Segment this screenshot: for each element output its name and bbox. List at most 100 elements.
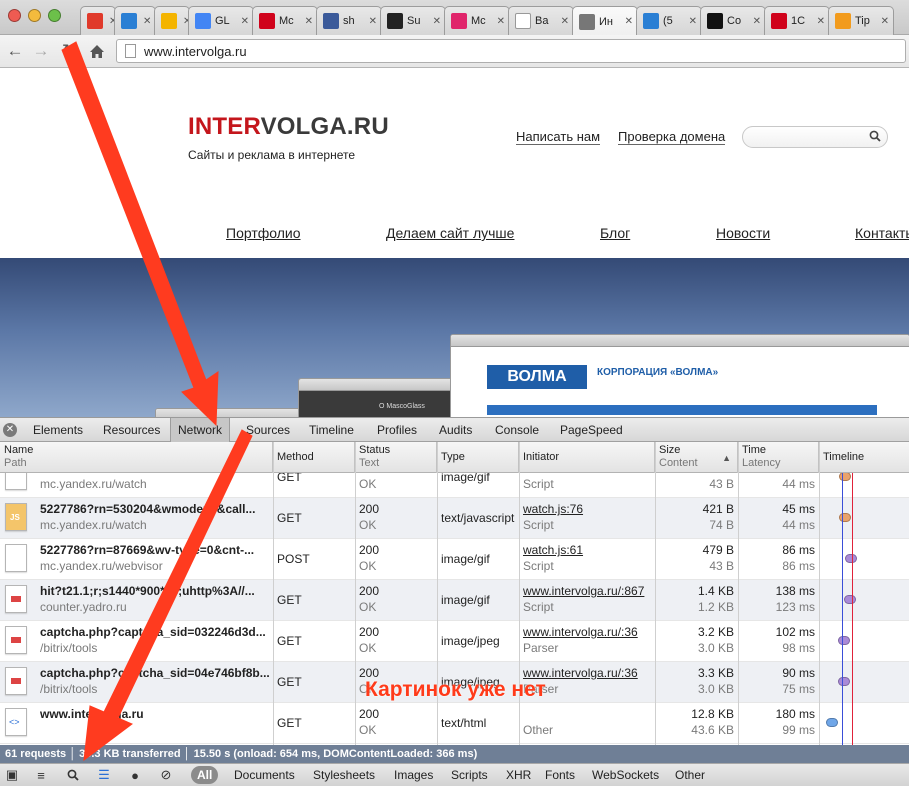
tab-sources[interactable]: Sources	[246, 418, 290, 442]
address-bar[interactable]	[116, 39, 906, 63]
home-button[interactable]	[86, 40, 108, 62]
large-rows-icon[interactable]: ☰	[95, 767, 113, 783]
menu-contacts[interactable]: Контакты	[855, 225, 909, 241]
tab-timeline[interactable]: Timeline	[309, 418, 354, 442]
col-type[interactable]: Type	[437, 442, 519, 473]
cell-initiator[interactable]: Other	[519, 703, 655, 744]
close-tab-icon[interactable]: ✕	[689, 16, 697, 27]
close-tab-icon[interactable]: ✕	[881, 16, 889, 27]
browser-tab[interactable]: ✕	[80, 6, 116, 35]
dock-icon[interactable]: ▣	[3, 767, 21, 783]
back-button[interactable]: ←	[4, 40, 26, 62]
col-name[interactable]: Name Path	[0, 442, 273, 473]
filter-other[interactable]: Other	[675, 766, 705, 784]
forward-button[interactable]: →	[30, 40, 52, 62]
contact-link[interactable]: Написать нам	[516, 130, 601, 145]
browser-tab[interactable]: ✕	[114, 6, 156, 35]
tab-pagespeed[interactable]: PageSpeed	[560, 418, 623, 442]
initiator-link[interactable]: watch.js:61	[523, 543, 583, 557]
url-input[interactable]	[144, 43, 744, 59]
initiator-link[interactable]: www.intervolga.ru/:36	[523, 666, 638, 680]
col-method[interactable]: Method	[273, 442, 355, 473]
initiator-link[interactable]: www.intervolga.ru/:867	[523, 584, 644, 598]
close-tab-icon[interactable]: ✕	[753, 16, 761, 27]
browser-tab[interactable]: (5 ✕	[636, 6, 702, 35]
network-request-row[interactable]: captcha.php?captcha_sid=032246d3d... /bit…	[0, 621, 909, 662]
menu-news[interactable]: Новости	[716, 225, 770, 241]
col-timeline[interactable]: Timeline	[819, 442, 909, 473]
cell-initiator[interactable]: watch.js:61 Script	[519, 539, 655, 580]
col-initiator[interactable]: Initiator	[519, 442, 655, 473]
filter-scripts[interactable]: Scripts	[451, 766, 488, 784]
network-request-row[interactable]: captcha.php?captcha_sid=04e746bf8b... /bi…	[0, 662, 909, 703]
clear-icon[interactable]: ⊘	[157, 767, 175, 783]
close-tab-icon[interactable]: ✕	[369, 16, 377, 27]
col-time[interactable]: Time Latency	[738, 442, 819, 473]
search-icon[interactable]	[869, 130, 881, 142]
tab-profiles[interactable]: Profiles	[377, 418, 417, 442]
filter-fonts[interactable]: Fonts	[545, 766, 575, 784]
reload-button[interactable]: ↻	[58, 40, 80, 62]
domain-check-link[interactable]: Проверка домена	[618, 130, 726, 145]
menu-portfolio[interactable]: Портфолио	[226, 225, 301, 241]
tab-elements[interactable]: Elements	[33, 418, 83, 442]
close-window-button[interactable]	[8, 9, 21, 22]
browser-tab[interactable]: 1С ✕	[764, 6, 830, 35]
close-tab-icon[interactable]: ✕	[497, 16, 505, 27]
close-tab-icon[interactable]: ✕	[625, 16, 633, 27]
record-icon[interactable]: ●	[126, 767, 144, 783]
close-tab-icon[interactable]: ✕	[817, 16, 825, 27]
site-logo[interactable]: INTERVOLGA.RU	[188, 113, 389, 141]
network-request-row[interactable]: JS 5227786?rn=530204&wmode=5&call... mc.ya…	[0, 498, 909, 539]
filter-stylesheets[interactable]: Stylesheets	[313, 766, 375, 784]
network-request-row[interactable]: hit?t21.1;r;s1440*900*24;uhttp%3A//... co…	[0, 580, 909, 621]
browser-tab[interactable]: Su ✕	[380, 6, 446, 35]
cell-initiator[interactable]: www.intervolga.ru/:36 Parser	[519, 662, 655, 703]
cell-initiator[interactable]: Script	[519, 473, 655, 498]
cell-initiator[interactable]: watch.js:76 Script	[519, 498, 655, 539]
browser-tab[interactable]: Mc ✕	[252, 6, 318, 35]
col-status[interactable]: Status Text	[355, 442, 437, 473]
browser-tab[interactable]: Tip ✕	[828, 6, 894, 35]
close-tab-icon[interactable]: ✕	[305, 16, 313, 27]
initiator-link[interactable]: watch.js:76	[523, 502, 583, 516]
search-icon[interactable]	[64, 767, 82, 783]
network-request-row[interactable]: <> www.intervolga.ru GET 200 OK text/html Ot…	[0, 703, 909, 744]
close-tab-icon[interactable]: ✕	[433, 16, 441, 27]
method-value: POST	[277, 552, 310, 566]
browser-tab[interactable]: Ba ✕	[508, 6, 574, 35]
filter-all[interactable]: All	[191, 766, 219, 784]
browser-tab[interactable]: GL ✕	[188, 6, 254, 35]
network-request-row[interactable]: mc.yandex.ru/watch GET OK image/gif Script…	[0, 473, 909, 498]
initiator-link[interactable]: www.intervolga.ru/:36	[523, 625, 638, 639]
site-search-input[interactable]	[742, 126, 888, 148]
close-devtools-button[interactable]: ✕	[3, 423, 17, 437]
tab-audits[interactable]: Audits	[439, 418, 472, 442]
method-value: GET	[277, 675, 302, 689]
close-tab-icon[interactable]: ✕	[561, 16, 569, 27]
cell-initiator[interactable]: www.intervolga.ru/:867 Script	[519, 580, 655, 621]
col-size[interactable]: Size Content ▲	[655, 442, 738, 473]
filter-websockets[interactable]: WebSockets	[592, 766, 659, 784]
browser-tab[interactable]: Co ✕	[700, 6, 766, 35]
browser-tab[interactable]: ✕	[154, 6, 190, 35]
browser-tab[interactable]: Mc ✕	[444, 6, 510, 35]
close-tab-icon[interactable]: ✕	[143, 16, 151, 27]
tab-network[interactable]: Network	[170, 418, 231, 442]
filter-documents[interactable]: Documents	[234, 766, 295, 784]
browser-tab[interactable]: Ин ✕	[572, 6, 638, 36]
console-toggle-icon[interactable]: ≡	[32, 767, 50, 783]
tab-resources[interactable]: Resources	[103, 418, 160, 442]
filter-xhr[interactable]: XHR	[506, 766, 531, 784]
tab-console[interactable]: Console	[495, 418, 539, 442]
network-request-row[interactable]: 5227786?rn=87669&wv-type=0&cnt-... mc.yan…	[0, 539, 909, 580]
minimize-window-button[interactable]	[28, 9, 41, 22]
browser-tab[interactable]: sh ✕	[316, 6, 382, 35]
cell-initiator[interactable]: www.intervolga.ru/:36 Parser	[519, 621, 655, 662]
menu-improve-site[interactable]: Делаем сайт лучше	[386, 225, 514, 241]
menu-blog[interactable]: Блог	[600, 225, 630, 241]
latency-value: 86 ms	[782, 559, 815, 573]
zoom-window-button[interactable]	[48, 9, 61, 22]
close-tab-icon[interactable]: ✕	[241, 16, 249, 27]
filter-images[interactable]: Images	[394, 766, 433, 784]
